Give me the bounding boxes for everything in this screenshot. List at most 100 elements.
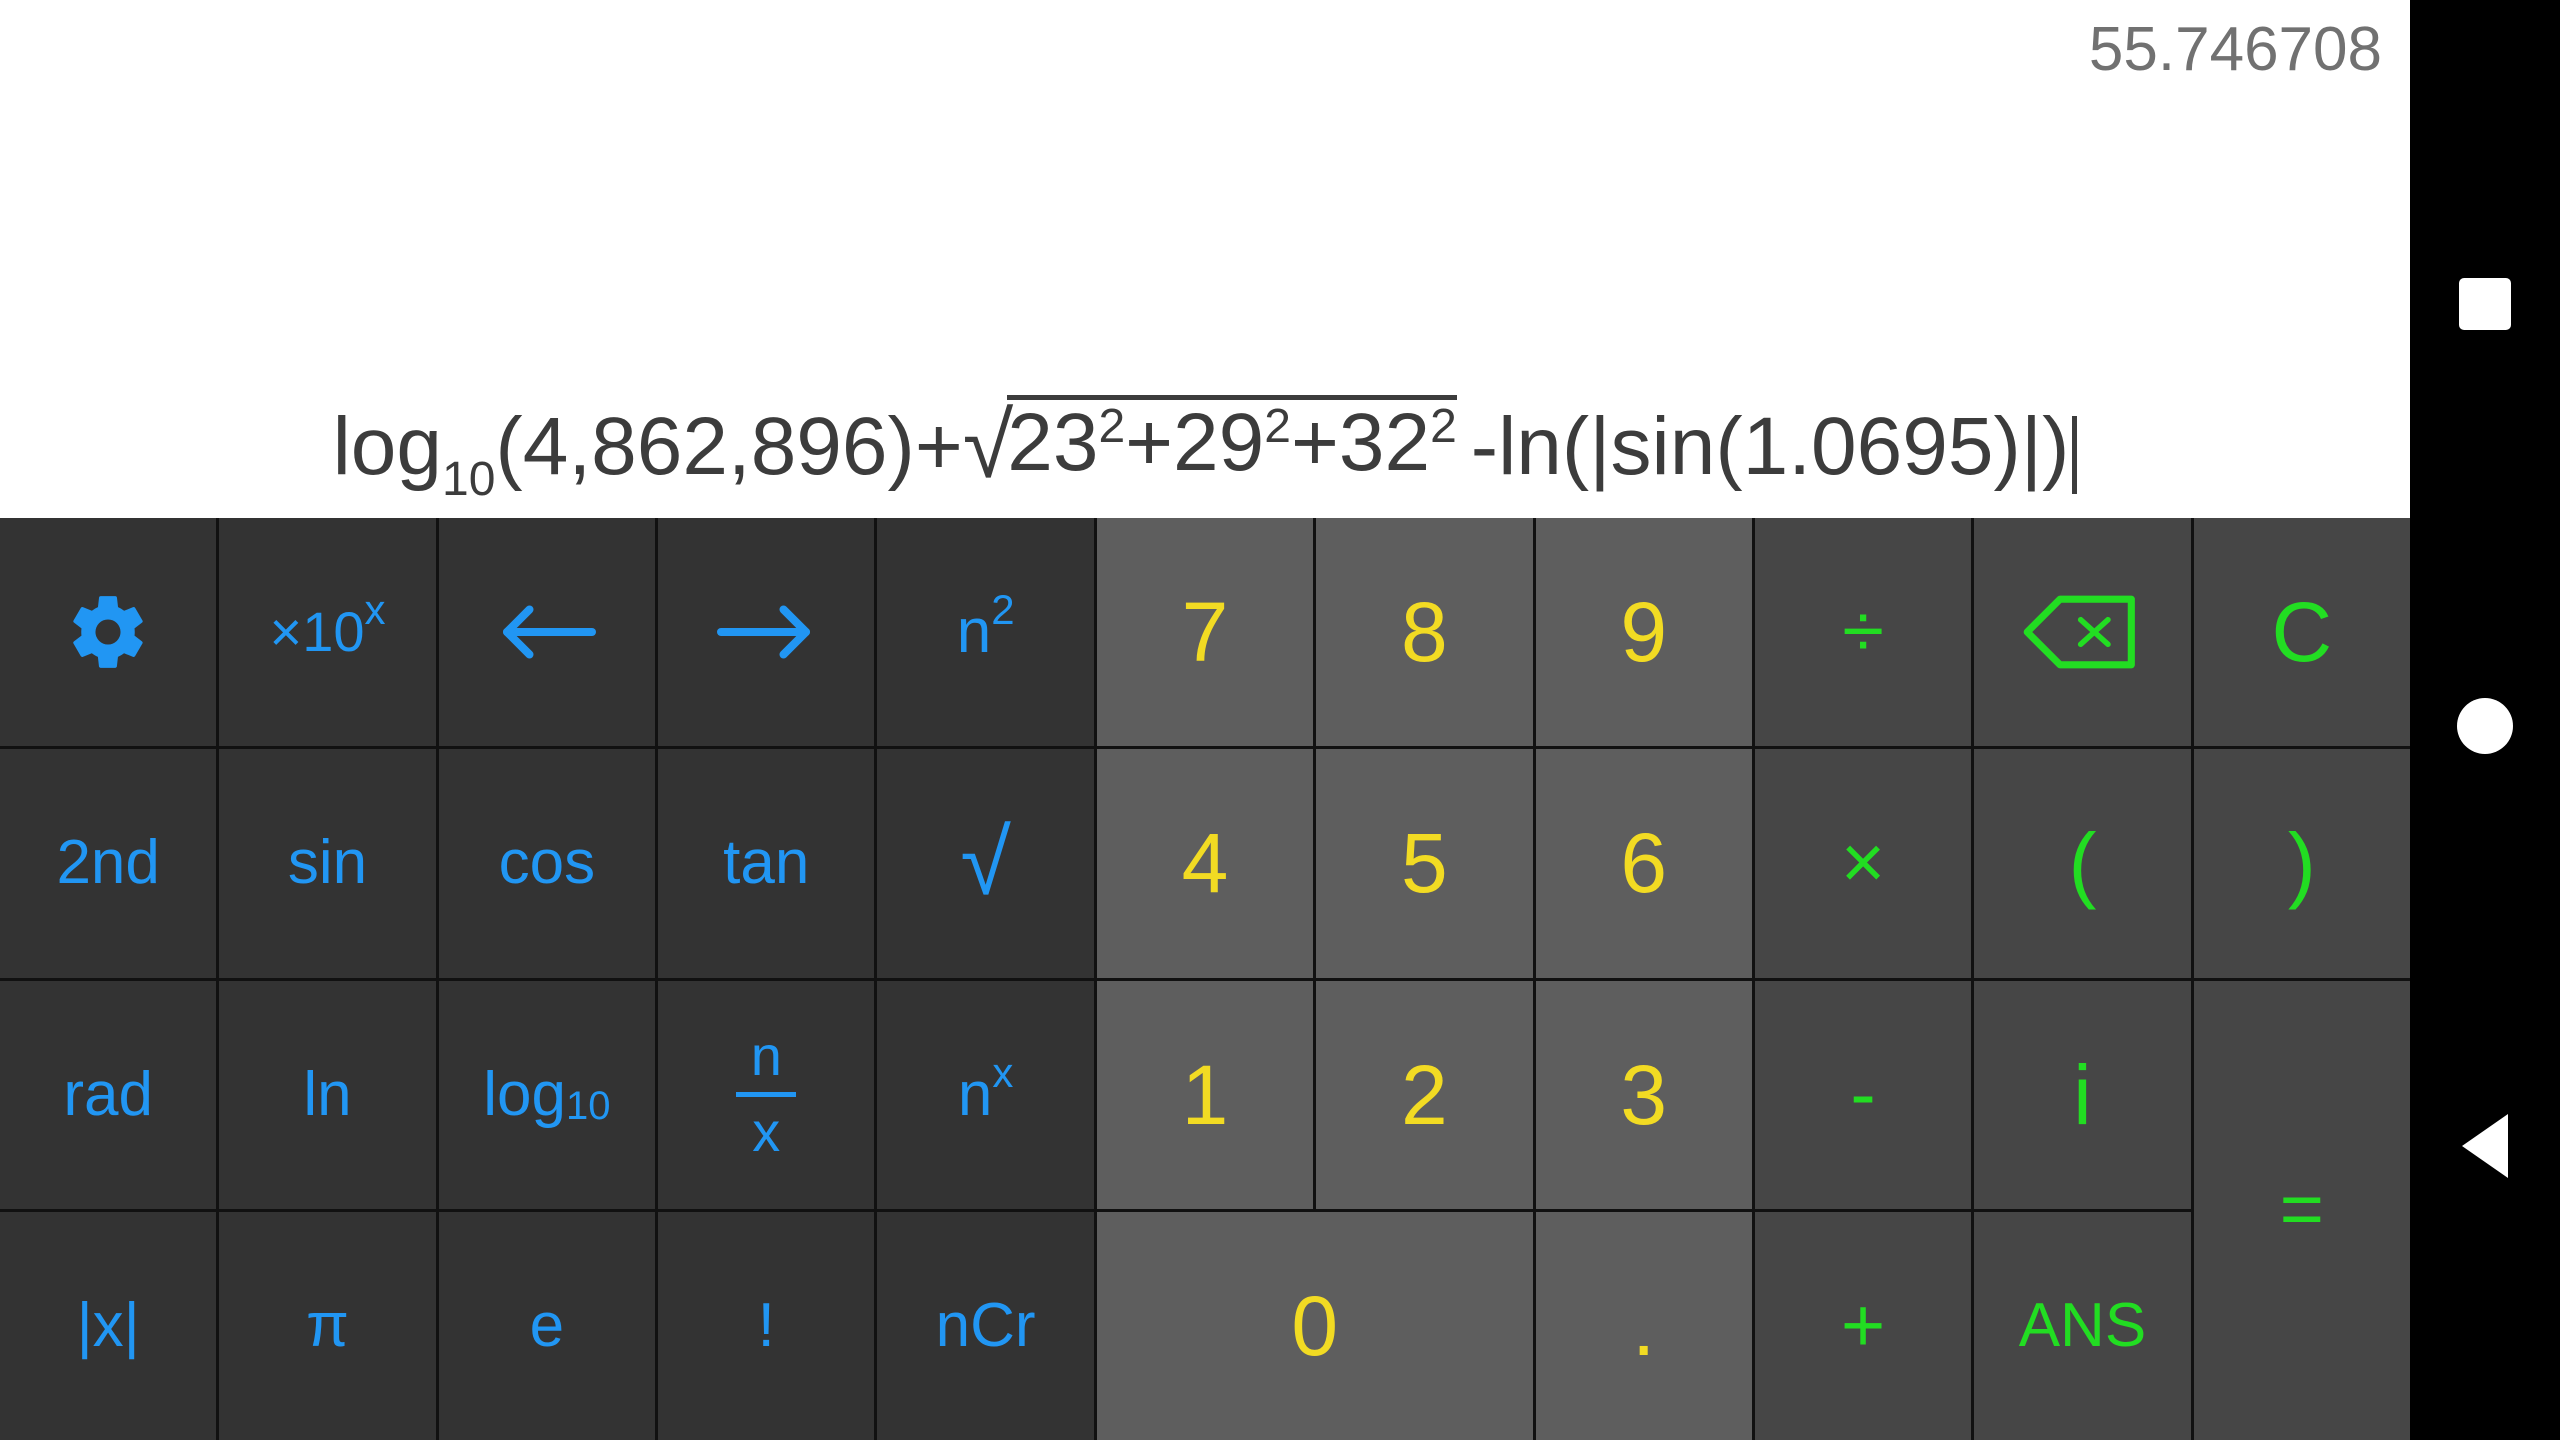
digit-9-button[interactable]: 9 — [1535, 518, 1752, 747]
pi-button[interactable]: π — [219, 1211, 436, 1440]
sin-label: sin — [287, 828, 368, 898]
text-cursor — [2072, 416, 2078, 494]
close-paren-label: ) — [2287, 816, 2316, 911]
expr-plus-operator: + — [914, 401, 963, 492]
expr-rad-plus-1: + — [1125, 397, 1174, 488]
decimal-point-button[interactable]: . — [1535, 1211, 1752, 1440]
multiply-label: × — [1840, 820, 1886, 906]
digit-6-button[interactable]: 6 — [1535, 749, 1752, 978]
radian-mode-label: rad — [63, 1059, 153, 1129]
natural-log-button[interactable]: ln — [219, 980, 436, 1209]
backspace-icon — [2019, 590, 2145, 674]
fraction-button[interactable]: n x — [658, 980, 875, 1209]
ncr-label: nCr — [935, 1290, 1036, 1360]
exp10-exponent: x — [364, 586, 386, 634]
pi-label: π — [306, 1290, 349, 1360]
digit-2-button[interactable]: 2 — [1316, 980, 1533, 1209]
sin-button[interactable]: sin — [219, 749, 436, 978]
cos-button[interactable]: cos — [438, 749, 656, 978]
digit-3-button[interactable]: 3 — [1535, 980, 1752, 1209]
close-paren-button[interactable]: ) — [2193, 749, 2410, 978]
square-root-button[interactable]: √ — [877, 749, 1094, 978]
expr-ln-close-paren: ) — [2042, 401, 2070, 492]
digit-0-button[interactable]: 0 — [1096, 1211, 1533, 1440]
decimal-point-label: . — [1632, 1278, 1656, 1373]
cursor-left-button[interactable] — [438, 518, 656, 747]
cursor-right-button[interactable] — [658, 518, 875, 747]
backspace-button[interactable] — [1974, 518, 2191, 747]
expr-log-argument: 4,862,896 — [522, 401, 888, 492]
calculator-app: 55.746708 log 10(4,862,896) + √232+292+322-… — [0, 0, 2560, 1440]
expr-radical-group: √232+292+322 — [963, 395, 1457, 492]
expr-rad-term-c: 32 — [1338, 397, 1431, 488]
expr-radicand: 232+292+322 — [1007, 395, 1457, 484]
expr-log-close-paren: ) — [887, 401, 915, 492]
digit-4-button[interactable]: 4 — [1096, 749, 1314, 978]
expr-abs-close-bar: | — [2020, 401, 2043, 492]
second-function-label: 2nd — [56, 828, 160, 898]
subtract-button[interactable]: - — [1754, 980, 1972, 1209]
expression-line[interactable]: log 10(4,862,896) + √232+292+322- ln(| sin(1.… — [0, 395, 2410, 504]
home-circle-icon — [2457, 698, 2513, 754]
digit-1-label: 1 — [1181, 1047, 1229, 1142]
clear-button[interactable]: C — [2193, 518, 2410, 747]
expr-sin-argument: 1.0695 — [1742, 401, 1994, 492]
imaginary-unit-button[interactable]: i — [1974, 980, 2191, 1209]
left-arrow-icon — [492, 597, 602, 667]
imaginary-unit-label: i — [2073, 1047, 2092, 1142]
expr-rad-term-a: 23 — [1007, 397, 1099, 488]
radian-mode-button[interactable]: rad — [0, 980, 217, 1209]
log-base-10-label: log — [483, 1059, 567, 1129]
expr-ln-name: ln — [1498, 401, 1562, 492]
square-root-icon: √ — [960, 812, 1011, 915]
second-function-button[interactable]: 2nd — [0, 749, 217, 978]
add-label: + — [1840, 1282, 1886, 1368]
subtract-label: - — [1850, 1051, 1876, 1137]
expr-sin-name: sin — [1610, 401, 1716, 492]
ans-button[interactable]: ANS — [1974, 1211, 2191, 1440]
expr-sin-close-paren: ) — [1993, 401, 2021, 492]
fraction-bar — [736, 1092, 797, 1098]
euler-number-button[interactable]: e — [438, 1211, 656, 1440]
expr-rad-plus-2: + — [1290, 397, 1339, 488]
back-button[interactable] — [2410, 1100, 2560, 1192]
digit-2-label: 2 — [1400, 1047, 1448, 1142]
digit-7-button[interactable]: 7 — [1096, 518, 1314, 747]
divide-label: ÷ — [1842, 589, 1884, 675]
log-base-10-button[interactable]: log 10 — [438, 980, 656, 1209]
power-button[interactable]: nx — [877, 980, 1094, 1209]
ans-label: ANS — [2018, 1290, 2147, 1360]
fraction-denominator: x — [752, 1100, 781, 1164]
result-value: 55.746708 — [2088, 15, 2382, 84]
recents-button[interactable] — [2410, 258, 2560, 350]
settings-button[interactable] — [0, 518, 217, 747]
digit-8-button[interactable]: 8 — [1316, 518, 1533, 747]
times-ten-to-x-button[interactable]: ×10 x — [219, 518, 436, 747]
open-paren-label: ( — [2068, 816, 2097, 911]
equals-button[interactable]: = — [2193, 980, 2410, 1440]
square-button[interactable]: n2 — [877, 518, 1094, 747]
factorial-button[interactable]: ! — [658, 1211, 875, 1440]
digit-8-label: 8 — [1400, 585, 1448, 680]
euler-number-label: e — [529, 1290, 565, 1360]
digit-5-label: 5 — [1400, 816, 1448, 911]
digit-5-button[interactable]: 5 — [1316, 749, 1533, 978]
home-button[interactable] — [2410, 680, 2560, 772]
fraction-numerator: n — [750, 1024, 782, 1088]
tan-label: tan — [723, 828, 810, 898]
ncr-button[interactable]: nCr — [877, 1211, 1094, 1440]
multiply-button[interactable]: × — [1754, 749, 1972, 978]
expr-radical-symbol: √ — [962, 395, 1014, 497]
digit-1-button[interactable]: 1 — [1096, 980, 1314, 1209]
square-exponent: 2 — [991, 586, 1015, 634]
add-button[interactable]: + — [1754, 1211, 1972, 1440]
absolute-value-button[interactable]: |x| — [0, 1211, 217, 1440]
equals-label: = — [2279, 1167, 2324, 1253]
right-arrow-icon — [711, 597, 821, 667]
factorial-label: ! — [757, 1290, 775, 1360]
expr-log-open-paren: ( — [495, 401, 523, 492]
settings-gear-icon — [65, 589, 151, 675]
tan-button[interactable]: tan — [658, 749, 875, 978]
divide-button[interactable]: ÷ — [1754, 518, 1972, 747]
open-paren-button[interactable]: ( — [1974, 749, 2191, 978]
